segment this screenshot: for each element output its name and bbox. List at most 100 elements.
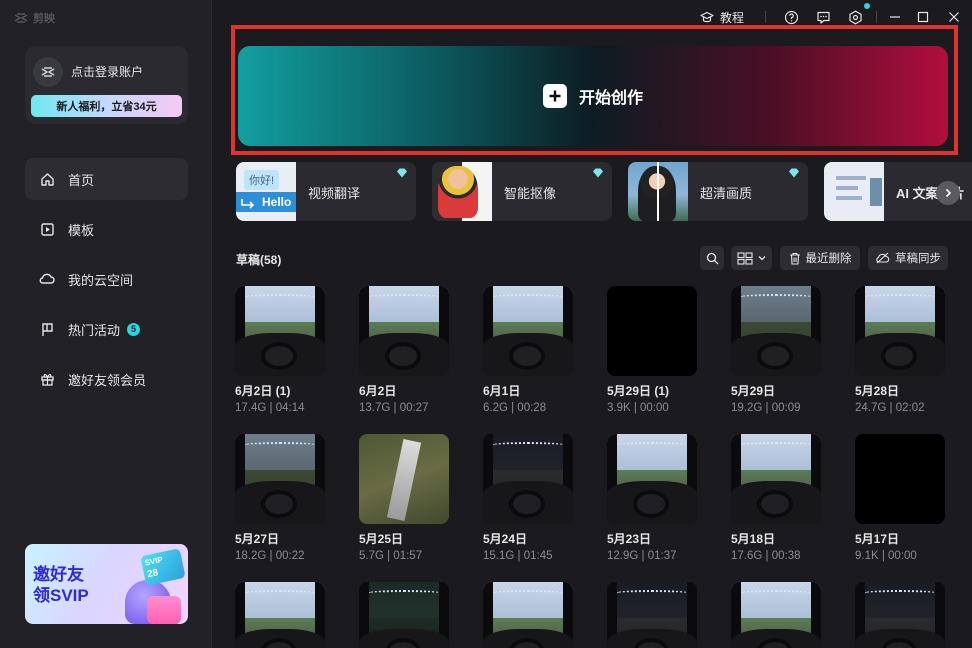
draft-item[interactable]: 5月27日 18.2G | 00:22 [235, 434, 325, 562]
tutorial-button[interactable]: 教程 [700, 9, 744, 26]
draft-item[interactable]: 6月1日 6.2G | 00:28 [483, 286, 573, 414]
draft-meta: 17.4G | 04:14 [235, 402, 305, 414]
recently-deleted-button[interactable]: 最近删除 [780, 246, 860, 270]
draft-item[interactable]: 5月24日 15.1G | 01:45 [483, 434, 573, 562]
thumbnail-steering-wheel [633, 490, 669, 518]
draft-sync-button[interactable]: 草稿同步 [868, 246, 948, 270]
draft-meta: 3.9K | 00:00 [607, 402, 669, 414]
draft-item[interactable] [235, 582, 325, 648]
cloud-icon [39, 271, 55, 287]
draft-thumbnail [607, 286, 697, 376]
search-drafts-button[interactable] [700, 246, 724, 270]
app-name: 剪映 [33, 13, 55, 25]
tutorial-label: 教程 [720, 11, 745, 25]
feedback-button[interactable] [815, 9, 831, 25]
draft-thumbnail [483, 286, 573, 376]
arrow-icon [241, 199, 255, 209]
gift-icon [39, 371, 55, 387]
draft-item[interactable] [607, 582, 697, 648]
draft-meta: 15.1G | 01:45 [483, 550, 553, 562]
draft-item[interactable]: 5月29日 19.2G | 00:09 [731, 286, 821, 414]
draft-item[interactable]: 5月23日 12.9G | 01:37 [607, 434, 697, 562]
draft-name: 5月24日 [483, 532, 528, 546]
draft-thumbnail [855, 582, 945, 648]
draft-thumbnail [731, 582, 821, 648]
sidebar-item-home[interactable]: 首页 [25, 158, 188, 200]
draft-item[interactable]: 5月28日 24.7G | 02:02 [855, 286, 945, 414]
feature-scroll-next-button[interactable] [936, 181, 960, 205]
draft-item[interactable] [483, 582, 573, 648]
draft-name: 5月23日 [607, 532, 652, 546]
draft-item[interactable]: 5月29日 (1) 3.9K | 00:00 [607, 286, 697, 414]
compare-divider [657, 162, 659, 221]
diamond-vip-icon [789, 168, 799, 178]
feature-hd-quality[interactable]: 超清画质 [628, 162, 808, 221]
draft-thumbnail [235, 434, 325, 524]
draft-item[interactable]: 6月2日 (1) 17.4G | 04:14 [235, 286, 325, 414]
thumbnail-cab-lights [615, 590, 689, 596]
sidebar-item-cloud[interactable]: 我的云空间 [25, 258, 188, 300]
draft-item[interactable]: 5月25日 5.7G | 01:57 [359, 434, 449, 562]
thumbnail-cab-lights [491, 442, 565, 448]
plus-icon [542, 84, 567, 108]
invite-svip-banner[interactable]: 邀好友 领SVIP SVIP 28 [25, 544, 188, 624]
draft-thumbnail [235, 582, 325, 648]
home-icon [39, 171, 55, 187]
thumbnail-steering-wheel [261, 490, 297, 518]
draft-meta: 17.6G | 00:38 [731, 550, 801, 562]
thumbnail-steering-wheel [881, 342, 917, 370]
view-mode-dropdown[interactable] [731, 246, 772, 270]
settings-button[interactable] [847, 9, 863, 25]
draft-item[interactable] [731, 582, 821, 648]
sidebar-item-events[interactable]: 热门活动 5 [25, 308, 188, 350]
maximize-button[interactable] [915, 9, 931, 25]
thumbnail-steering-wheel [509, 342, 545, 370]
draft-name: 5月25日 [359, 532, 404, 546]
gift-box-illustration [147, 596, 181, 624]
minimize-button[interactable] [887, 9, 903, 25]
cutout-person-illustration [438, 166, 478, 218]
thumbnail-cab-lights [491, 590, 565, 596]
cloud-sync-icon [876, 252, 890, 264]
help-icon [784, 10, 798, 24]
thumbnail-cab-lights [615, 442, 689, 448]
svip-banner-line1: 邀好友 [33, 565, 84, 584]
draft-item[interactable]: 6月2日 13.7G | 00:27 [359, 286, 449, 414]
feature-smart-cutout[interactable]: 智能抠像 [432, 162, 612, 221]
login-link[interactable]: 点击登录账户 [71, 63, 143, 80]
diamond-vip-icon [397, 168, 407, 178]
sidebar-item-invite[interactable]: 邀好友领会员 [25, 358, 188, 400]
draft-item[interactable]: 5月17日 9.1K | 00:00 [855, 434, 945, 562]
login-card[interactable]: 点击登录账户 新人福利，立省34元 [25, 46, 188, 124]
flag-icon [39, 321, 55, 337]
start-create-button[interactable]: 开始创作 [238, 46, 948, 146]
thumbnail-steering-wheel [261, 342, 297, 370]
avatar[interactable] [33, 57, 63, 87]
sidebar-item-template[interactable]: 模板 [25, 208, 188, 250]
draft-name: 5月17日 [855, 532, 900, 546]
draft-meta: 6.2G | 00:28 [483, 402, 547, 414]
close-icon [949, 12, 959, 22]
help-button[interactable] [783, 9, 799, 25]
sidebar-nav: 首页 模板 我的云空间 热门活动 5 邀好友领会员 [25, 158, 188, 408]
hd-quality-thumbnail [628, 162, 688, 221]
video-translate-thumbnail: 你好! Hello [236, 162, 296, 221]
grid-view-icon [737, 251, 753, 265]
draft-thumbnail [607, 582, 697, 648]
draft-item[interactable] [855, 582, 945, 648]
draft-name: 6月2日 [359, 384, 397, 398]
draft-name: 6月1日 [483, 384, 521, 398]
draft-item[interactable] [359, 582, 449, 648]
svip-card-illustration: SVIP 28 [140, 548, 186, 586]
close-button[interactable] [946, 9, 962, 25]
search-icon [706, 252, 718, 264]
svip-banner-line2: 领SVIP [33, 586, 89, 605]
thumb-text-chinese: 你好! [244, 170, 280, 190]
smart-cutout-thumbnail [432, 162, 492, 221]
thumbnail-steering-wheel [385, 342, 421, 370]
thumbnail-cab-lights [243, 294, 317, 300]
template-icon [39, 221, 55, 237]
feature-video-translate[interactable]: 你好! Hello 视频翻译 [236, 162, 416, 221]
newbie-promo-button[interactable]: 新人福利，立省34元 [31, 95, 182, 117]
draft-item[interactable]: 5月18日 17.6G | 00:38 [731, 434, 821, 562]
